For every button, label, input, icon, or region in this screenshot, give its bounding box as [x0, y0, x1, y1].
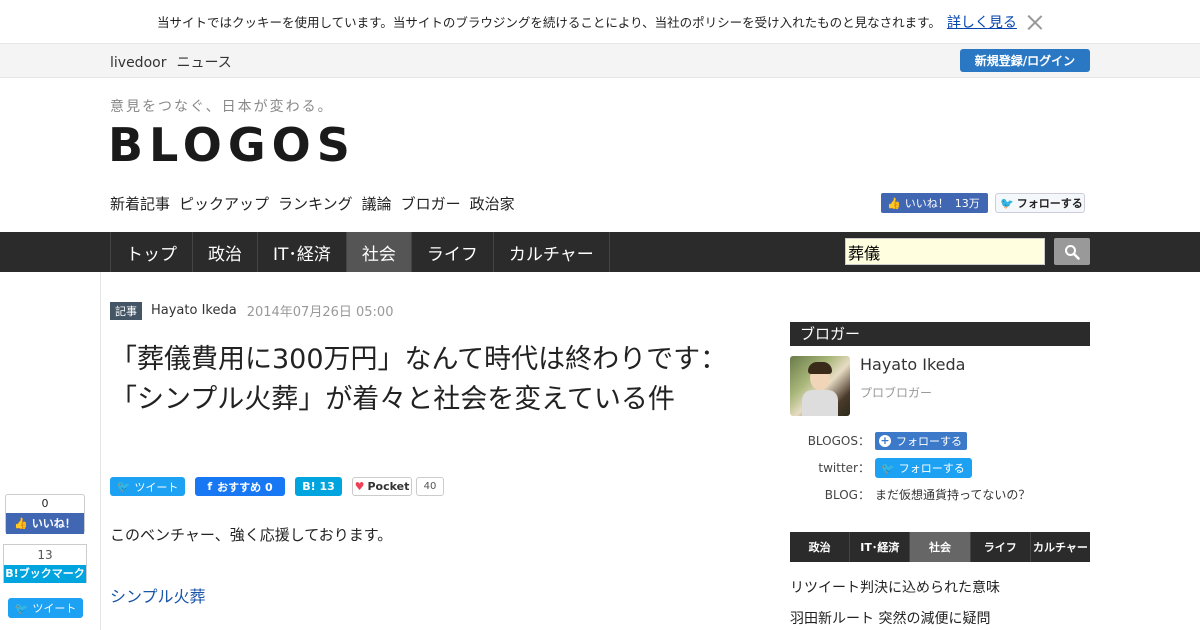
thumbs-up-icon: 👍: [887, 196, 901, 210]
cat-tab-it-economy[interactable]: IT･経済: [850, 532, 911, 562]
nav-life[interactable]: ライフ: [410, 232, 493, 272]
blogos-label: BLOGOS：: [807, 434, 870, 448]
subnav-debate[interactable]: 議論: [362, 193, 392, 214]
brand-news: ニュース: [176, 55, 232, 71]
subnav-politicians[interactable]: 政治家: [470, 193, 515, 214]
article-type-badge: 記事: [110, 301, 142, 320]
brand-livedoor: livedoor: [110, 55, 167, 71]
news-item[interactable]: リツイート判決に込められた意味: [790, 577, 1000, 597]
sub-navigation: 新着記事 ピックアップ ランキング 議論 ブロガー 政治家: [110, 193, 524, 214]
hatena-bookmark-button[interactable]: B! 13: [295, 477, 342, 496]
pocket-icon: ♥: [354, 480, 365, 493]
side-hatena-bookmark[interactable]: 13 B!ブックマーク: [3, 544, 87, 583]
tweet-button[interactable]: 🐦 ツイート: [110, 477, 185, 496]
subnav-new[interactable]: 新着記事: [110, 193, 170, 214]
nav-politics[interactable]: 政治: [192, 232, 257, 272]
facebook-like-button[interactable]: 👍 いいね！ 13万: [881, 193, 988, 213]
twitter-label: twitter：: [818, 461, 870, 475]
pocket-button[interactable]: ♥ Pocket: [352, 477, 412, 496]
search-button[interactable]: [1054, 238, 1090, 265]
blog-name-link[interactable]: まだ仮想通貨持ってないの？: [875, 486, 1030, 503]
blogger-role: プロブロガー: [860, 386, 933, 400]
article-meta: 記事 Hayato Ikeda 2014年07月26日 05:00: [110, 301, 393, 320]
tw-follow-label: フォローする: [1016, 197, 1083, 210]
site-logo[interactable]: BLOGOS: [108, 118, 356, 172]
twitter-bird-icon: 🐦: [116, 480, 131, 493]
close-icon[interactable]: [1027, 14, 1043, 30]
sidebar-blogger-heading: ブロガー: [790, 322, 1090, 346]
news-item[interactable]: 羽田新ルート 突然の減便に疑問: [790, 608, 990, 628]
nav-it-economy[interactable]: IT･経済: [257, 232, 346, 272]
article-author[interactable]: Hayato Ikeda: [151, 303, 237, 318]
nav-culture[interactable]: カルチャー: [492, 232, 610, 272]
plus-icon: +: [879, 434, 891, 447]
twitter-bird-icon: 🐦: [14, 601, 29, 615]
fb-like-label: いいね！: [904, 197, 949, 210]
side-hatena-label: B!ブックマーク: [4, 565, 86, 583]
twitter-follow-button-sidebar[interactable]: 🐦 フォローする: [875, 458, 972, 478]
share-bar: 🐦 ツイート f おすすめ 0 B! 13 ♥ Pocket 40: [110, 477, 444, 496]
login-button[interactable]: 新規登録/ログイン: [960, 49, 1090, 72]
avatar[interactable]: [790, 356, 850, 416]
nav-society[interactable]: 社会: [345, 232, 411, 272]
side-tweet-button[interactable]: 🐦 ツイート: [8, 598, 83, 618]
cookie-banner: 当サイトではクッキーを使用しています。当サイトのブラウジングを続けることにより、…: [0, 0, 1200, 43]
search-icon: [1065, 244, 1080, 260]
top-bar: livedoor ニュース 新規登録/ログイン: [0, 43, 1200, 78]
twitter-follow-button[interactable]: 🐦 フォローする: [995, 193, 1085, 213]
cat-tab-society[interactable]: 社会: [910, 532, 971, 562]
fb-like-count: 13万: [954, 197, 980, 210]
subnav-ranking[interactable]: ランキング: [278, 193, 353, 214]
cookie-more-link[interactable]: 詳しく見る: [947, 12, 1017, 32]
facebook-icon: f: [207, 480, 213, 493]
cat-tab-culture[interactable]: カルチャー: [1031, 532, 1090, 562]
twitter-bird-icon: 🐦: [1000, 196, 1014, 210]
side-like-label: 👍 いいね！: [6, 513, 84, 534]
cat-tab-life[interactable]: ライフ: [971, 532, 1031, 562]
cookie-text: 当サイトではクッキーを使用しています。当サイトのブラウジングを続けることにより、…: [157, 15, 941, 30]
subnav-bloggers[interactable]: ブロガー: [401, 193, 461, 214]
twitter-bird-icon: 🐦: [881, 461, 895, 475]
article-date: 2014年07月26日 05:00: [246, 305, 394, 320]
cat-tab-politics[interactable]: 政治: [790, 532, 851, 562]
side-facebook-like[interactable]: 0 👍 いいね！: [5, 494, 85, 534]
side-like-count: 0: [41, 497, 49, 510]
facebook-recommend-button[interactable]: f おすすめ 0: [195, 477, 285, 496]
article-lead: このベンチャー、強く応援しております。: [110, 526, 393, 544]
subnav-pickup[interactable]: ピックアップ: [179, 193, 269, 214]
article-link-simple-cremation[interactable]: シンプル火葬: [110, 583, 206, 607]
side-hatena-count: 13: [37, 548, 53, 562]
livedoor-news-brand[interactable]: livedoor ニュース: [110, 52, 242, 72]
pocket-count: 40: [416, 477, 444, 496]
blogger-name[interactable]: Hayato Ikeda: [860, 355, 965, 374]
site-tagline: 意見をつなぐ、日本が変わる。: [110, 99, 334, 115]
share-column-divider: [100, 272, 101, 630]
blogos-follow-button[interactable]: + フォローする: [875, 432, 967, 450]
article-title: 「葬儀費用に300万円」なんて時代は終わりです：「シンプル火葬」が着々と社会を変…: [110, 344, 728, 415]
category-tabs: 政治 IT･経済 社会 ライフ カルチャー: [790, 532, 1090, 562]
nav-top[interactable]: トップ: [110, 232, 192, 272]
blog-label: BLOG：: [824, 488, 870, 502]
search-input[interactable]: [845, 238, 1045, 265]
